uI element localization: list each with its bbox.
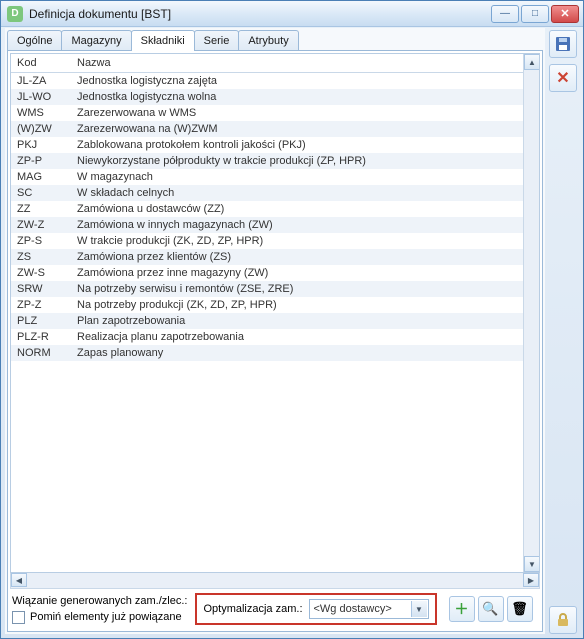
table-row[interactable]: NORMZapas planowany [11,345,539,361]
tab-atrybuty[interactable]: Atrybuty [238,30,298,51]
cell-kod: ZZ [11,201,71,217]
lock-button[interactable] [549,606,577,634]
window-title: Definicja dokumentu [BST] [29,7,491,21]
maximize-button[interactable]: □ [521,5,549,23]
cancel-button[interactable]: ✕ [549,64,577,92]
checkbox-box[interactable] [12,611,25,624]
table-row[interactable]: SCW składach celnych [11,185,539,201]
app-window: D Definicja dokumentu [BST] — □ ✕ Ogólne… [0,0,584,639]
col-nazwa[interactable]: Nazwa [71,54,539,73]
skip-label: Pomiń elementy już powiązane [30,611,182,623]
tab-magazyny[interactable]: Magazyny [61,30,131,51]
cell-nazwa: Jednostka logistyczna wolna [71,89,539,105]
cell-nazwa: Na potrzeby serwisu i remontów (ZSE, ZRE… [71,281,539,297]
opt-combo[interactable]: <Wg dostawcy> ▼ [309,599,429,619]
cell-kod: ZW-S [11,265,71,281]
cell-nazwa: Niewykorzystane półprodukty w trakcie pr… [71,153,539,169]
cell-kod: PKJ [11,137,71,153]
cell-kod: ZW-Z [11,217,71,233]
cell-nazwa: Plan zapotrzebowania [71,313,539,329]
vertical-scrollbar[interactable]: ▲ ▼ [523,54,539,572]
cell-nazwa: Zamówiona w innych magazynach (ZW) [71,217,539,233]
table-row[interactable]: JL-ZAJednostka logistyczna zajęta [11,73,539,90]
app-icon: D [7,6,23,22]
floppy-icon [555,36,571,52]
scroll-down-icon[interactable]: ▼ [524,556,540,572]
save-disk-button[interactable] [549,30,577,58]
table-row[interactable]: ZW-SZamówiona przez inne magazyny (ZW) [11,265,539,281]
cell-kod: (W)ZW [11,121,71,137]
cell-kod: SC [11,185,71,201]
table-row[interactable]: ZZZamówiona u dostawców (ZZ) [11,201,539,217]
table-row[interactable]: ZSZamówiona przez klientów (ZS) [11,249,539,265]
table-row[interactable]: SRWNa potrzeby serwisu i remontów (ZSE, … [11,281,539,297]
table-row[interactable]: ZP-PNiewykorzystane półprodukty w trakci… [11,153,539,169]
cell-nazwa: Realizacja planu zapotrzebowania [71,329,539,345]
opt-value: <Wg dostawcy> [314,603,392,615]
cell-kod: ZP-S [11,233,71,249]
cell-kod: ZP-P [11,153,71,169]
horizontal-scrollbar[interactable]: ◀ ▶ [10,573,540,589]
cell-nazwa: W trakcie produkcji (ZK, ZD, ZP, HPR) [71,233,539,249]
grid-container: Kod Nazwa JL-ZAJednostka logistyczna zaj… [10,53,540,573]
cell-kod: MAG [11,169,71,185]
col-kod[interactable]: Kod [11,54,71,73]
cell-nazwa: W magazynach [71,169,539,185]
chevron-down-icon[interactable]: ▼ [411,601,427,617]
cell-nazwa: Zamówiona przez klientów (ZS) [71,249,539,265]
skip-checkbox[interactable]: Pomiń elementy już powiązane [12,611,187,624]
search-button[interactable]: 🔍 [478,596,504,622]
cell-kod: ZS [11,249,71,265]
minimize-button[interactable]: — [491,5,519,23]
optimization-group: Optymalizacja zam.: <Wg dostawcy> ▼ [195,593,436,625]
delete-button[interactable]: 🗑 [507,596,533,622]
cell-nazwa: Zarezerwowana w WMS [71,105,539,121]
scroll-up-icon[interactable]: ▲ [524,54,540,70]
components-grid[interactable]: Kod Nazwa JL-ZAJednostka logistyczna zaj… [11,54,539,361]
table-row[interactable]: PLZPlan zapotrzebowania [11,313,539,329]
table-row[interactable]: PLZ-RRealizacja planu zapotrzebowania [11,329,539,345]
tab-ogolne[interactable]: Ogólne [7,30,62,51]
table-row[interactable]: MAGW magazynach [11,169,539,185]
bottom-bar: Wiązanie generowanych zam./zlec.: Pomiń … [10,589,540,629]
opt-label: Optymalizacja zam.: [203,603,302,615]
lock-icon [556,613,570,627]
tab-serie[interactable]: Serie [194,30,240,51]
tab-skladniki[interactable]: Składniki [131,30,195,51]
table-row[interactable]: JL-WOJednostka logistyczna wolna [11,89,539,105]
table-row[interactable]: ZP-ZNa potrzeby produkcji (ZK, ZD, ZP, H… [11,297,539,313]
cell-nazwa: Jednostka logistyczna zajęta [71,73,539,90]
cell-kod: PLZ [11,313,71,329]
table-row[interactable]: PKJZablokowana protokołem kontroli jakoś… [11,137,539,153]
cell-kod: NORM [11,345,71,361]
close-button[interactable]: ✕ [551,5,579,23]
scroll-right-icon[interactable]: ▶ [523,573,539,587]
cell-kod: SRW [11,281,71,297]
cell-kod: WMS [11,105,71,121]
link-label: Wiązanie generowanych zam./zlec.: [12,595,187,607]
cell-nazwa: Zamówiona przez inne magazyny (ZW) [71,265,539,281]
table-row[interactable]: (W)ZWZarezerwowana na (W)ZWM [11,121,539,137]
cell-kod: JL-ZA [11,73,71,90]
cell-nazwa: Na potrzeby produkcji (ZK, ZD, ZP, HPR) [71,297,539,313]
add-button[interactable]: ＋ [449,596,475,622]
cell-nazwa: W składach celnych [71,185,539,201]
cell-nazwa: Zapas planowany [71,345,539,361]
tabs: Ogólne Magazyny Składniki Serie Atrybuty [5,28,545,51]
right-toolbar: ✕ [549,28,579,634]
table-row[interactable]: ZP-SW trakcie produkcji (ZK, ZD, ZP, HPR… [11,233,539,249]
scroll-left-icon[interactable]: ◀ [11,573,27,587]
table-row[interactable]: WMSZarezerwowana w WMS [11,105,539,121]
cell-kod: PLZ-R [11,329,71,345]
cell-kod: ZP-Z [11,297,71,313]
table-row[interactable]: ZW-ZZamówiona w innych magazynach (ZW) [11,217,539,233]
cell-nazwa: Zarezerwowana na (W)ZWM [71,121,539,137]
titlebar: D Definicja dokumentu [BST] — □ ✕ [1,1,583,27]
cell-nazwa: Zamówiona u dostawców (ZZ) [71,201,539,217]
cell-kod: JL-WO [11,89,71,105]
tab-panel-skladniki: Kod Nazwa JL-ZAJednostka logistyczna zaj… [7,50,543,632]
cell-nazwa: Zablokowana protokołem kontroli jakości … [71,137,539,153]
